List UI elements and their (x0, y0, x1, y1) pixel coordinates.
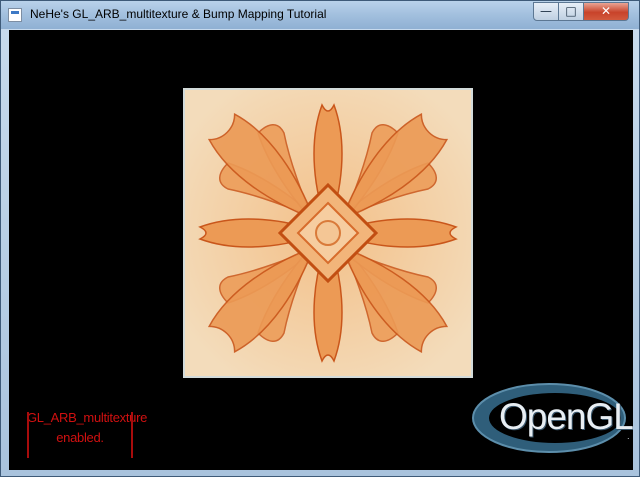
maximize-icon: □ (565, 4, 577, 18)
minimize-button[interactable]: — (533, 2, 559, 21)
window-icon[interactable] (8, 8, 22, 22)
opengl-logo-text: OpenGL (499, 396, 633, 437)
title-bar[interactable]: NeHe's GL_ARB_multitexture & Bump Mappin… (1, 1, 639, 29)
close-icon: ✕ (600, 4, 612, 18)
window-title: NeHe's GL_ARB_multitexture & Bump Mappin… (30, 7, 327, 21)
bump-mapped-texture-quad (183, 88, 473, 378)
opengl-viewport[interactable]: GL_ARB_multitexture enabled. OpenGL . (9, 30, 633, 470)
texture-pattern (185, 90, 471, 376)
opengl-logo-mark: . (627, 432, 630, 441)
status-bracket-left (27, 412, 29, 458)
app-window: NeHe's GL_ARB_multitexture & Bump Mappin… (0, 0, 640, 477)
close-button[interactable]: ✕ (583, 2, 629, 21)
extension-status-text: GL_ARB_multitexture enabled. (27, 408, 148, 462)
opengl-logo: OpenGL . (469, 378, 633, 458)
status-bracket-right (131, 412, 133, 458)
status-line-2: enabled. (56, 430, 104, 445)
maximize-button[interactable]: □ (558, 2, 584, 21)
minimize-icon: — (540, 4, 552, 18)
status-line-1: GL_ARB_multitexture (27, 410, 148, 425)
